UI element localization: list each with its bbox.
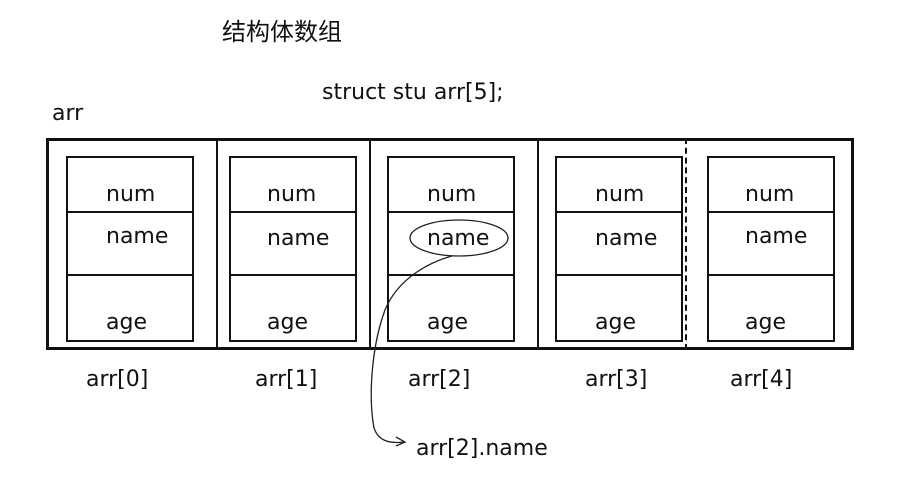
highlight-ellipse <box>409 219 509 257</box>
highlight-annotation: arr[2].name <box>416 436 548 461</box>
pointer-arrowhead <box>395 436 407 447</box>
annotation-overlay <box>370 219 509 447</box>
pointer-curve <box>370 255 453 444</box>
